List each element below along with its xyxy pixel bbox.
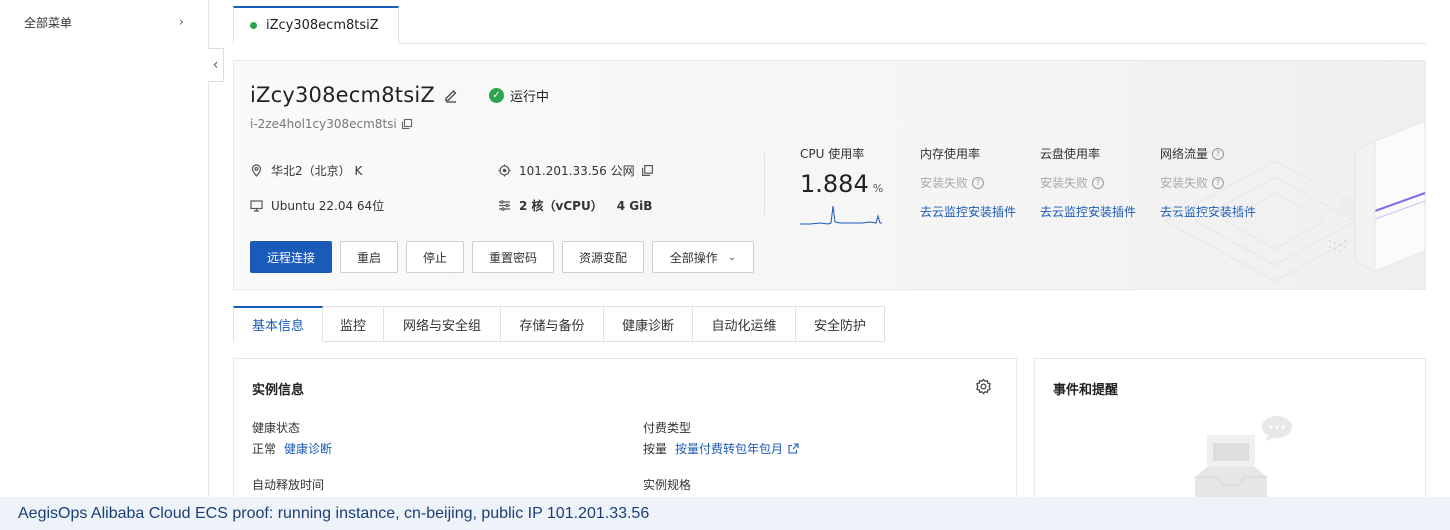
cpu-sparkline	[800, 205, 882, 225]
memory-install-failed: 安装失败?	[920, 174, 1016, 191]
detail-tabs: 基本信息 监控 网络与安全组 存储与备份 健康诊断 自动化运维 安全防护	[233, 306, 885, 342]
public-ip-text: 101.201.33.56 公网	[519, 164, 635, 178]
tab-basic-info[interactable]: 基本信息	[233, 306, 323, 342]
health-status-value: 正常	[252, 442, 277, 456]
region-text: 华北2（北京） K	[271, 164, 363, 178]
monitor-icon	[250, 200, 263, 212]
chevron-down-icon: ⌄	[727, 251, 737, 263]
chevron-left-icon: ‹	[212, 57, 219, 73]
instance-spec-label: 实例规格	[643, 478, 692, 492]
empty-inbox-icon	[1195, 416, 1292, 501]
convert-billing-link[interactable]: 按量付费转包年包月	[675, 440, 783, 457]
cpu-unit: %	[872, 182, 884, 195]
location-pin-icon	[251, 164, 262, 177]
memory-label: 内存使用率	[920, 147, 981, 161]
instance-info-card: 实例信息 健康状态 正常 健康诊断 付费类型 按量 按量付费转包年包月 自动释放…	[233, 358, 1017, 508]
instance-id-row: i-2ze4hol1cy308ecm8tsi	[250, 117, 413, 131]
help-icon[interactable]: ?	[972, 176, 985, 189]
cpu-value-row: 1.884%	[800, 170, 883, 198]
all-menu-item[interactable]: 全部菜单 ›	[0, 0, 208, 44]
os-text: Ubuntu 22.04 64位	[271, 199, 385, 213]
auto-release-label: 自动释放时间	[252, 478, 325, 492]
all-operations-label: 全部操作	[669, 250, 718, 265]
events-title: 事件和提醒	[1053, 383, 1119, 398]
instance-summary-card: iZcy308ecm8tsiZ ✓ 运行中 i-2ze4hol1cy308ecm…	[233, 60, 1426, 290]
events-card: 事件和提醒	[1034, 358, 1426, 508]
instance-name: iZcy308ecm8tsiZ	[250, 83, 435, 107]
billing-type-value: 按量	[643, 442, 668, 456]
all-menu-label: 全部菜单	[24, 15, 73, 30]
chevron-right-icon: ›	[178, 14, 184, 30]
stop-button[interactable]: 停止	[406, 241, 464, 273]
copy-ip-icon[interactable]	[641, 164, 654, 177]
cpu-spec: 2 核（vCPU）	[519, 199, 603, 213]
gear-icon[interactable]	[975, 378, 992, 395]
health-diagnosis-link[interactable]: 健康诊断	[284, 440, 332, 457]
instance-title-row: iZcy308ecm8tsiZ ✓ 运行中	[250, 83, 549, 107]
spec-info: 2 核（vCPU） 4 GiB	[498, 197, 652, 214]
ip-target-icon	[498, 164, 511, 177]
tab-security[interactable]: 安全防护	[796, 306, 885, 342]
instance-id: i-2ze4hol1cy308ecm8tsi	[250, 117, 397, 131]
os-info: Ubuntu 22.04 64位	[250, 197, 384, 214]
memory-metric: 内存使用率 安装失败? 去云监控安装插件	[920, 145, 1016, 220]
restart-button[interactable]: 重启	[340, 241, 398, 273]
disk-install-failed: 安装失败?	[1040, 174, 1136, 191]
external-link-icon[interactable]	[788, 443, 799, 454]
tab-network-security[interactable]: 网络与安全组	[384, 306, 501, 342]
disk-metric: 云盘使用率 安装失败? 去云监控安装插件	[1040, 145, 1136, 220]
collapse-sidebar-button[interactable]: ‹	[208, 48, 224, 82]
proof-caption: AegisOps Alibaba Cloud ECS proof: runnin…	[0, 497, 1450, 530]
settings-sliders-icon	[499, 200, 510, 211]
tab-health-diagnosis[interactable]: 健康诊断	[604, 306, 693, 342]
sidebar: 全部菜单 ›	[0, 0, 209, 497]
divider	[764, 153, 765, 215]
remote-connect-button[interactable]: 远程连接	[250, 241, 332, 273]
billing-type-label: 付费类型	[643, 421, 692, 435]
help-icon[interactable]: ?	[1092, 176, 1105, 189]
health-status-label: 健康状态	[252, 421, 301, 435]
status-text: 运行中	[509, 89, 549, 105]
cpu-metric: CPU 使用率 1.884%	[800, 145, 883, 231]
cpu-label: CPU 使用率	[800, 147, 865, 161]
tab-monitor[interactable]: 监控	[323, 306, 384, 342]
disk-install-link[interactable]: 去云监控安装插件	[1040, 203, 1136, 220]
check-circle-icon: ✓	[488, 87, 504, 103]
memory-fail-text: 安装失败	[920, 176, 969, 190]
disk-fail-text: 安装失败	[1040, 176, 1089, 190]
tab-automation[interactable]: 自动化运维	[693, 306, 796, 342]
server-illustration-icon	[1163, 120, 1425, 282]
instance-tab-bar: iZcy308ecm8tsiZ	[233, 6, 1426, 44]
status-badge: ✓ 运行中	[488, 86, 549, 105]
reset-password-button[interactable]: 重置密码	[472, 241, 554, 273]
tab-storage-backup[interactable]: 存储与备份	[501, 306, 604, 342]
edit-icon[interactable]	[443, 87, 459, 103]
billing-type-value-row: 按量 按量付费转包年包月	[643, 440, 799, 457]
memory-spec: 4 GiB	[616, 198, 653, 213]
region-info: 华北2（北京） K	[250, 162, 362, 179]
action-buttons: 远程连接 重启 停止 重置密码 资源变配 全部操作 ⌄	[250, 241, 754, 273]
all-operations-dropdown[interactable]: 全部操作 ⌄	[652, 241, 754, 273]
cpu-value: 1.884	[800, 170, 869, 198]
public-ip-info: 101.201.33.56 公网	[498, 162, 662, 179]
copy-icon[interactable]	[401, 118, 413, 130]
resize-button[interactable]: 资源变配	[562, 241, 644, 273]
instance-tab-label: iZcy308ecm8tsiZ	[266, 18, 379, 33]
running-dot-icon	[250, 22, 257, 29]
instance-tab[interactable]: iZcy308ecm8tsiZ	[233, 6, 399, 44]
health-status-value-row: 正常 健康诊断	[252, 440, 332, 457]
disk-label: 云盘使用率	[1040, 147, 1101, 161]
instance-info-title: 实例信息	[252, 383, 305, 398]
memory-install-link[interactable]: 去云监控安装插件	[920, 203, 1016, 220]
